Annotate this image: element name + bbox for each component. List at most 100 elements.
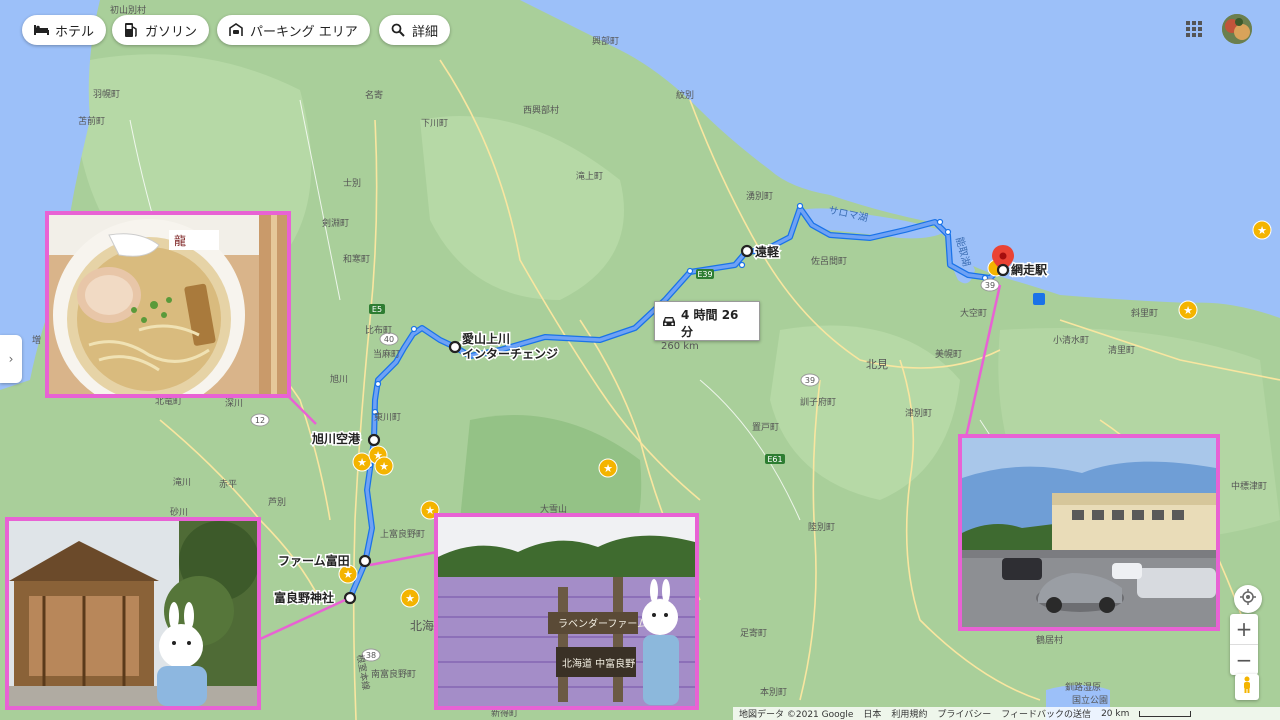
svg-text:紋別: 紋別 xyxy=(676,89,694,101)
svg-text:39: 39 xyxy=(985,281,995,290)
photo-farm-tomita: ラベンダーファーム 北海道 中富良野 xyxy=(434,513,699,710)
svg-text:38: 38 xyxy=(366,651,376,660)
svg-text:士別: 士別 xyxy=(343,177,361,189)
svg-text:佐呂間町: 佐呂間町 xyxy=(811,255,847,267)
svg-text:12: 12 xyxy=(255,416,265,425)
map-data-attribution: 地図データ ©2021 Google xyxy=(739,710,854,720)
side-panel-toggle[interactable]: › xyxy=(0,335,22,383)
photo-ramen: 龍 xyxy=(45,211,291,398)
svg-text:小清水町: 小清水町 xyxy=(1053,334,1089,346)
svg-text:清里町: 清里町 xyxy=(1108,344,1135,356)
stop-label-aizan-2: インターチェンジ xyxy=(462,347,558,361)
svg-text:下川町: 下川町 xyxy=(421,119,448,129)
svg-text:鶴居村: 鶴居村 xyxy=(1036,634,1063,646)
filter-chip-more[interactable]: 詳細 xyxy=(379,15,451,45)
filter-chip-gas[interactable]: ガソリン xyxy=(112,15,210,45)
filter-chip-label: ガソリン xyxy=(145,24,198,40)
svg-text:★: ★ xyxy=(603,462,613,475)
svg-text:滝川: 滝川 xyxy=(173,477,191,488)
svg-text:湧別町: 湧別町 xyxy=(746,191,773,202)
svg-text:滝上町: 滝上町 xyxy=(576,171,603,182)
svg-text:当麻町: 当麻町 xyxy=(373,348,400,360)
svg-text:北見: 北見 xyxy=(866,358,888,371)
avatar[interactable] xyxy=(1222,14,1252,44)
minus-icon: − xyxy=(1235,648,1253,672)
stop-label-abashiri: 網走駅 xyxy=(1011,262,1048,277)
svg-text:名寄: 名寄 xyxy=(365,89,383,101)
svg-text:苫前町: 苫前町 xyxy=(78,115,105,127)
svg-text:深川: 深川 xyxy=(225,398,243,409)
svg-text:西興部村: 西興部村 xyxy=(523,104,559,116)
svg-text:北海道 中富良野: 北海道 中富良野 xyxy=(562,657,635,670)
stop-label-aizan-1: 愛山上川 xyxy=(462,331,510,346)
svg-text:釧路湿原: 釧路湿原 xyxy=(1065,681,1101,693)
apps-grid-icon[interactable] xyxy=(1186,21,1202,37)
svg-text:40: 40 xyxy=(384,335,394,344)
svg-text:大空町: 大空町 xyxy=(960,307,987,319)
svg-text:E61: E61 xyxy=(767,455,782,464)
svg-text:★: ★ xyxy=(357,456,367,469)
photo-abashiri-station xyxy=(958,434,1220,631)
svg-text:訓子府町: 訓子府町 xyxy=(800,396,836,408)
privacy-link[interactable]: プライバシー xyxy=(937,707,991,720)
crosshair-icon xyxy=(1240,589,1256,609)
my-location-button[interactable] xyxy=(1234,585,1262,613)
stop-label-farm-tomita: ファーム富田 xyxy=(278,553,350,568)
svg-text:和寒町: 和寒町 xyxy=(343,253,370,265)
terms-link[interactable]: 利用規約 xyxy=(891,707,927,720)
svg-text:増: 増 xyxy=(32,334,41,346)
svg-text:北海: 北海 xyxy=(410,618,434,633)
zoom-controls: + − xyxy=(1230,614,1258,675)
svg-text:比布町: 比布町 xyxy=(365,324,392,336)
svg-text:E39: E39 xyxy=(697,270,712,279)
svg-text:国立公園: 国立公園 xyxy=(1072,694,1108,706)
svg-text:剣淵町: 剣淵町 xyxy=(322,218,349,229)
svg-text:南富良野町: 南富良野町 xyxy=(371,668,416,680)
stop-label-engaru: 遠軽 xyxy=(755,244,780,259)
svg-text:興部町: 興部町 xyxy=(592,35,619,47)
car-icon xyxy=(661,316,677,331)
svg-text:芦別: 芦別 xyxy=(268,497,286,508)
bed-icon xyxy=(32,21,50,39)
parking-area-icon xyxy=(227,21,245,39)
svg-text:龍: 龍 xyxy=(174,233,186,248)
svg-text:置戸町: 置戸町 xyxy=(752,422,779,433)
svg-text:羽幌町: 羽幌町 xyxy=(93,88,120,100)
search-icon xyxy=(389,21,407,39)
zoom-in-button[interactable]: + xyxy=(1230,614,1258,644)
feedback-link[interactable]: フィードバックの送信 xyxy=(1001,707,1091,720)
svg-text:旭川: 旭川 xyxy=(330,373,348,385)
svg-text:★: ★ xyxy=(1257,224,1267,237)
filter-chip-hotel[interactable]: ホテル xyxy=(22,15,107,45)
route-distance: 260 km xyxy=(661,341,699,352)
road-e5: E5 xyxy=(372,305,382,314)
svg-text:中標津町: 中標津町 xyxy=(1231,480,1267,492)
svg-text:★: ★ xyxy=(405,592,415,605)
scale-bar xyxy=(1139,710,1192,717)
photo-furano-shrine xyxy=(5,517,261,710)
filter-chip-parking-area[interactable]: パーキング エリア xyxy=(217,15,370,45)
gas-station-icon xyxy=(122,21,140,39)
plus-icon: + xyxy=(1235,617,1253,641)
filter-chip-label: ホテル xyxy=(55,24,95,40)
svg-text:39: 39 xyxy=(805,376,815,385)
svg-text:赤平: 赤平 xyxy=(219,479,237,490)
route-summary[interactable]: 4 時間 26 分 260 km xyxy=(654,301,760,352)
svg-text:斜里町: 斜里町 xyxy=(1131,307,1158,319)
svg-text:★: ★ xyxy=(1183,304,1193,317)
svg-text:上富良野町: 上富良野町 xyxy=(380,528,425,540)
svg-text:東川町: 東川町 xyxy=(374,411,401,423)
filter-chip-label: 詳細 xyxy=(412,24,439,40)
stop-label-furano-shrine: 富良野神社 xyxy=(274,590,334,605)
route-duration: 4 時間 26 分 xyxy=(681,308,739,339)
country-link[interactable]: 日本 xyxy=(863,707,881,720)
filter-chip-label: パーキング エリア xyxy=(250,24,358,40)
scale-label: 20 km xyxy=(1101,708,1130,719)
map-footer: 地図データ ©2021 Google 日本 利用規約 プライバシー フィードバッ… xyxy=(733,707,1280,720)
svg-text:本別町: 本別町 xyxy=(760,686,787,698)
stop-label-asahikawa-airport: 旭川空港 xyxy=(311,431,361,446)
zoom-out-button[interactable]: − xyxy=(1230,645,1258,675)
pegman-button[interactable] xyxy=(1235,674,1259,700)
svg-text:陸別町: 陸別町 xyxy=(808,521,835,533)
svg-text:足寄町: 足寄町 xyxy=(740,627,767,639)
